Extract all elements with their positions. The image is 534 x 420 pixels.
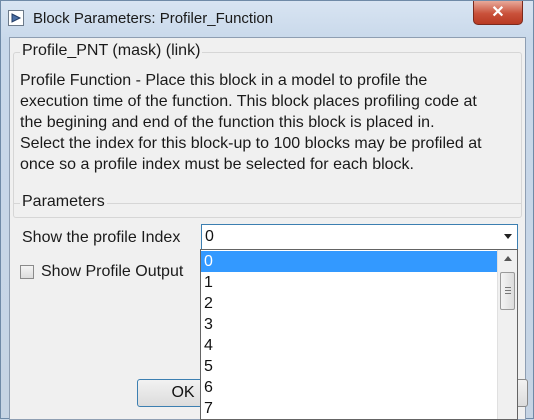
- window-title: Block Parameters: Profiler_Function: [33, 10, 274, 27]
- description-line: execution time of the function. This blo…: [20, 93, 477, 110]
- show-profile-output-label[interactable]: Show Profile Output: [41, 263, 183, 281]
- dropdown-option[interactable]: 4: [201, 335, 497, 356]
- description-line: once so a profile index must be selected…: [20, 156, 414, 173]
- description-line: the begining and end of the function thi…: [20, 114, 435, 131]
- block-parameters-dialog: Block Parameters: Profiler_Function ✕ Pr…: [0, 0, 534, 420]
- profile-index-value: 0: [205, 228, 214, 245]
- grip-line: [505, 287, 511, 288]
- dropdown-option[interactable]: 1: [201, 272, 497, 293]
- dropdown-option[interactable]: 6: [201, 377, 497, 398]
- dropdown-option[interactable]: 7: [201, 398, 497, 419]
- simulink-block-icon: [8, 10, 24, 26]
- title-bar[interactable]: Block Parameters: Profiler_Function ✕: [1, 1, 533, 37]
- close-button[interactable]: ✕: [473, 1, 523, 25]
- dropdown-scrollbar[interactable]: [497, 250, 517, 419]
- dropdown-option[interactable]: 0: [201, 251, 497, 272]
- dropdown-option[interactable]: 3: [201, 314, 497, 335]
- profile-index-select[interactable]: 0: [201, 224, 518, 250]
- chevron-down-icon[interactable]: [504, 234, 512, 239]
- close-icon: ✕: [491, 4, 505, 21]
- profile-index-dropdown-list: 0 1 2 3 4 5 6 7: [200, 249, 518, 420]
- show-profile-output-checkbox[interactable]: [20, 265, 34, 279]
- description-line: Select the index for this block-up to 10…: [20, 135, 482, 152]
- grip-line: [505, 290, 511, 291]
- parameters-title: Parameters: [20, 193, 107, 211]
- scroll-up-arrow-icon[interactable]: [504, 256, 512, 261]
- dropdown-option[interactable]: 5: [201, 356, 497, 377]
- description-line: Profile Function - Place this block in a…: [20, 72, 428, 89]
- mask-title: Profile_PNT (mask) (link): [20, 42, 203, 60]
- scroll-thumb[interactable]: [500, 272, 515, 310]
- dropdown-option[interactable]: 2: [201, 293, 497, 314]
- profile-index-label: Show the profile Index: [22, 229, 181, 246]
- grip-line: [505, 293, 511, 294]
- mask-description: Profile Function - Place this block in a…: [20, 70, 520, 175]
